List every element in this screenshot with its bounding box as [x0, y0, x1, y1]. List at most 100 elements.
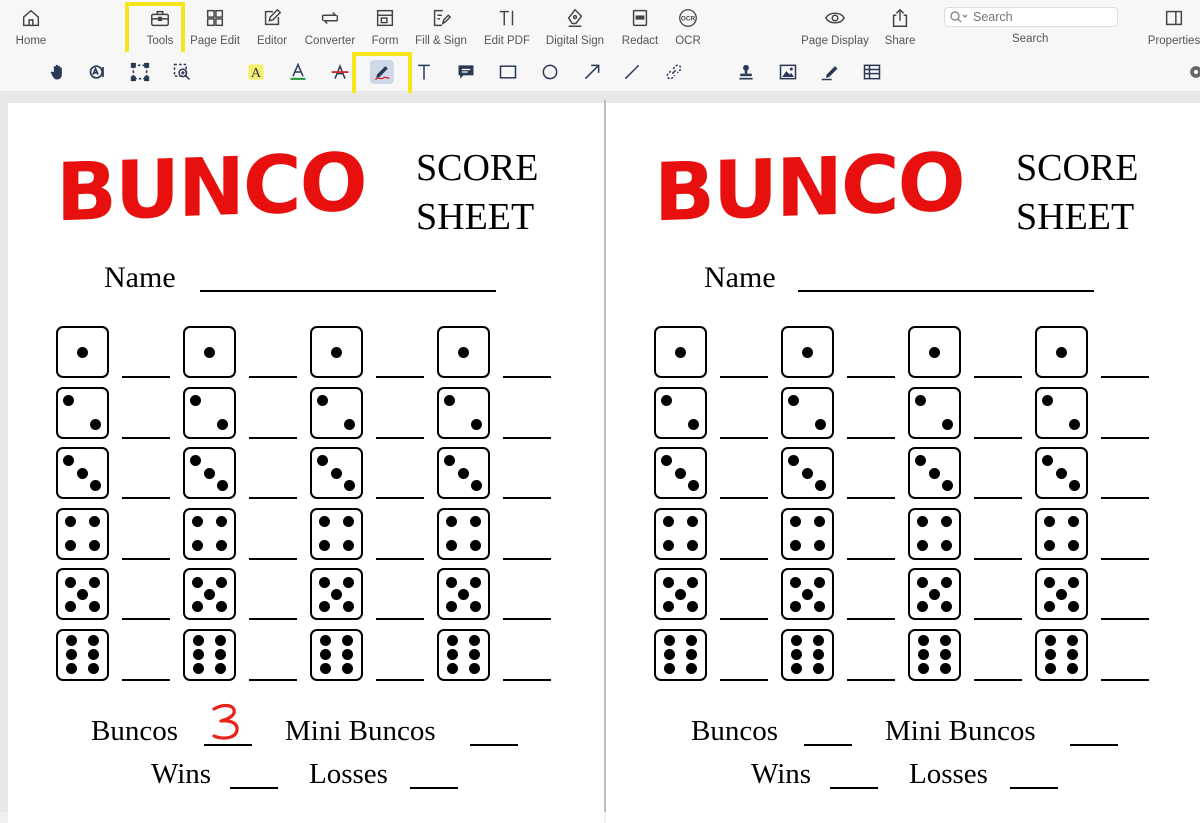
- die-face-4: [1035, 507, 1088, 560]
- score-blank-line[interactable]: [376, 618, 424, 620]
- score-blank-line[interactable]: [503, 678, 551, 681]
- redact-button[interactable]: Redact: [619, 4, 661, 50]
- score-blank-line[interactable]: [249, 618, 297, 620]
- die-pip: [470, 419, 482, 431]
- edit-pdf-button[interactable]: Edit PDF: [481, 4, 533, 50]
- score-blank-line[interactable]: [720, 497, 768, 499]
- score-blank-line[interactable]: [249, 557, 297, 560]
- signature-tool[interactable]: [818, 60, 842, 84]
- score-blank-line[interactable]: [847, 618, 895, 620]
- score-blank-line[interactable]: [974, 557, 1022, 560]
- select-text-tool[interactable]: [86, 60, 110, 84]
- mini-buncos-line[interactable]: [1070, 744, 1118, 746]
- converter-button[interactable]: Converter: [302, 4, 358, 50]
- score-blank-line[interactable]: [503, 436, 551, 439]
- score-blank-line[interactable]: [720, 618, 768, 620]
- underline-tool[interactable]: [286, 60, 310, 84]
- link-tool[interactable]: [662, 60, 686, 84]
- score-blank-line[interactable]: [122, 618, 170, 620]
- score-blank-line[interactable]: [974, 618, 1022, 620]
- line-tool[interactable]: [620, 60, 644, 84]
- score-blank-line[interactable]: [249, 436, 297, 439]
- score-blank-line[interactable]: [974, 436, 1022, 439]
- score-blank-line[interactable]: [847, 436, 895, 439]
- die-pip: [789, 600, 801, 612]
- score-blank-line[interactable]: [1101, 557, 1149, 560]
- score-blank-line[interactable]: [376, 557, 424, 560]
- buncos-line[interactable]: [804, 744, 852, 746]
- ocr-button[interactable]: OCR OCR: [671, 4, 705, 50]
- editor-button[interactable]: Editor: [253, 4, 291, 50]
- mini-buncos-line[interactable]: [470, 744, 518, 746]
- score-blank-line[interactable]: [1101, 618, 1149, 620]
- area-zoom-tool[interactable]: [170, 60, 194, 84]
- die-pip: [687, 576, 699, 588]
- score-blank-line[interactable]: [1101, 678, 1149, 681]
- score-blank-line[interactable]: [720, 678, 768, 681]
- score-blank-line[interactable]: [847, 376, 895, 378]
- losses-line[interactable]: [1010, 787, 1058, 789]
- score-blank-line[interactable]: [249, 376, 297, 378]
- score-blank-line[interactable]: [974, 678, 1022, 681]
- table-tool[interactable]: [860, 60, 884, 84]
- score-blank-line[interactable]: [122, 497, 170, 499]
- score-blank-line[interactable]: [847, 497, 895, 499]
- page-display-button[interactable]: Page Display: [797, 4, 873, 50]
- score-blank-line[interactable]: [720, 376, 768, 378]
- search-input[interactable]: [973, 10, 1113, 24]
- score-blank-line[interactable]: [376, 497, 424, 499]
- properties-button[interactable]: Properties: [1144, 4, 1200, 50]
- form-button[interactable]: Form: [369, 4, 401, 50]
- stamp-tool[interactable]: [734, 60, 758, 84]
- arrow-tool[interactable]: [580, 60, 604, 84]
- image-tool[interactable]: [776, 60, 800, 84]
- score-blank-line[interactable]: [720, 436, 768, 439]
- comment-tool[interactable]: [454, 60, 478, 84]
- score-blank-line[interactable]: [847, 678, 895, 681]
- text-tool[interactable]: [412, 60, 436, 84]
- wins-line[interactable]: [830, 787, 878, 789]
- marquee-tool[interactable]: [128, 60, 152, 84]
- score-blank-line[interactable]: [847, 557, 895, 560]
- digital-sign-button[interactable]: Digital Sign: [543, 4, 607, 50]
- score-blank-line[interactable]: [503, 497, 551, 499]
- score-blank-line[interactable]: [974, 497, 1022, 499]
- score-blank-line[interactable]: [376, 376, 424, 378]
- highlight-tool[interactable]: A: [244, 60, 268, 84]
- score-blank-line[interactable]: [249, 678, 297, 681]
- score-blank-line[interactable]: [503, 376, 551, 378]
- home-button[interactable]: Home: [10, 4, 52, 50]
- score-blank-line[interactable]: [503, 557, 551, 560]
- score-blank-line[interactable]: [122, 678, 170, 681]
- losses-line[interactable]: [410, 787, 458, 789]
- die-face-2: [310, 386, 363, 439]
- score-blank-line[interactable]: [1101, 497, 1149, 499]
- score-blank-line[interactable]: [122, 436, 170, 439]
- score-blank-line[interactable]: [974, 376, 1022, 378]
- toolbar-settings[interactable]: [1184, 60, 1200, 84]
- tools-button[interactable]: Tools: [137, 4, 183, 50]
- score-blank-line[interactable]: [1101, 436, 1149, 439]
- ellipse-tool[interactable]: [538, 60, 562, 84]
- share-button[interactable]: Share: [882, 4, 918, 50]
- select-text-icon: [89, 65, 104, 79]
- hand-tool[interactable]: [46, 60, 70, 84]
- strikethrough-tool[interactable]: [328, 60, 352, 84]
- page-edit-button[interactable]: Page Edit: [189, 4, 241, 50]
- score-blank-line[interactable]: [376, 436, 424, 439]
- score-blank-line[interactable]: [122, 376, 170, 378]
- score-blank-line[interactable]: [720, 557, 768, 560]
- score-blank-line[interactable]: [122, 557, 170, 560]
- score-blank-line[interactable]: [376, 678, 424, 681]
- score-blank-line[interactable]: [503, 618, 551, 620]
- name-field-line[interactable]: [200, 290, 496, 292]
- fill-sign-button[interactable]: Fill & Sign: [412, 4, 470, 50]
- rectangle-tool[interactable]: [496, 60, 520, 84]
- score-blank-line[interactable]: [1101, 376, 1149, 378]
- wins-line[interactable]: [230, 787, 278, 789]
- freehand-pen-tool[interactable]: [370, 60, 394, 84]
- search-field[interactable]: [944, 7, 1118, 27]
- buncos-line[interactable]: [204, 744, 252, 746]
- score-blank-line[interactable]: [249, 497, 297, 499]
- name-field-line[interactable]: [798, 290, 1094, 292]
